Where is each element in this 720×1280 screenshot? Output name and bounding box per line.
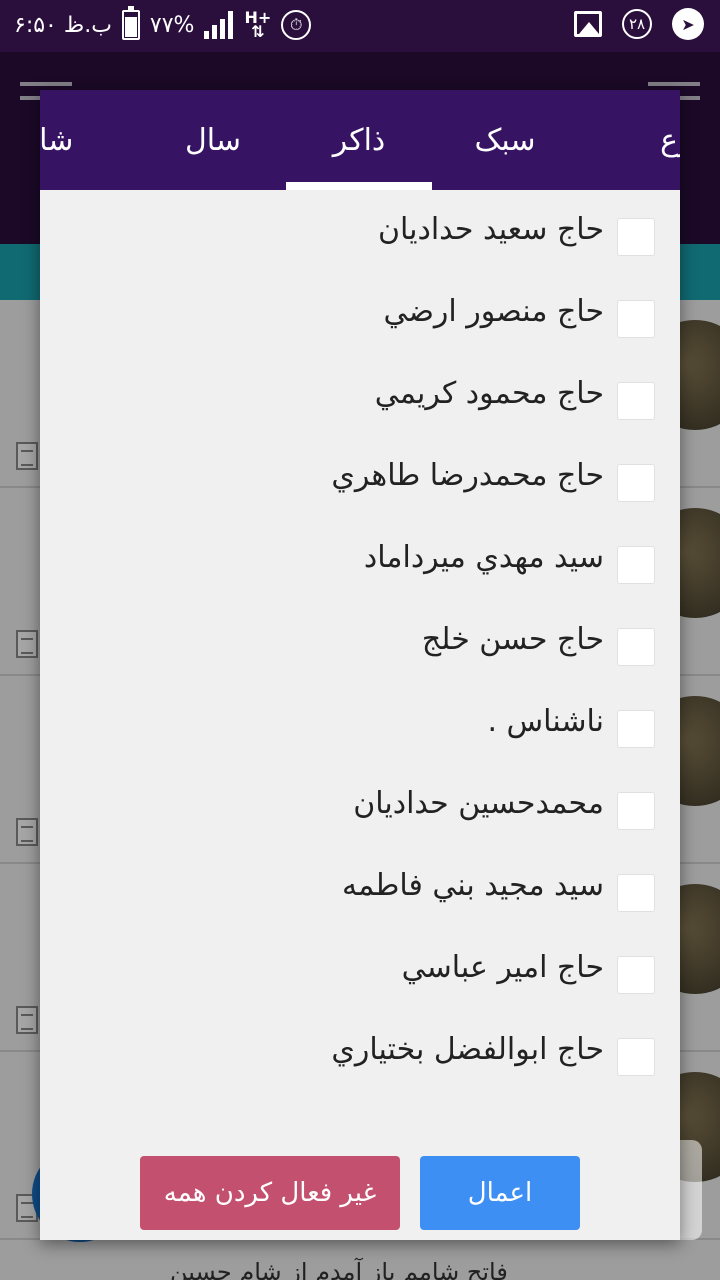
network-type: H+ ⇅ xyxy=(244,8,272,41)
status-bar: ۶:۵۰ ب.ظ ۷۷% H+ ⇅ ⏱ ۲۸ ➤ xyxy=(0,0,720,52)
image-icon xyxy=(574,11,602,37)
item-label: حاج سعيد حداديان xyxy=(377,212,604,247)
item-label: سيد مجيد بني فاطمه xyxy=(342,868,604,903)
list-item[interactable]: حاج سعيد حداديان xyxy=(40,190,680,272)
checkbox[interactable] xyxy=(617,956,655,994)
list-item[interactable]: حاج امير عباسي xyxy=(40,928,680,1010)
alarm-icon: ⏱ xyxy=(281,10,312,40)
item-label: حاج ابوالفضل بختياري xyxy=(331,1032,604,1067)
tab-type[interactable]: نوع xyxy=(608,90,680,190)
list-item[interactable]: محمدحسين حداديان xyxy=(40,764,680,846)
checkbox[interactable] xyxy=(617,874,655,912)
filter-tabs: نوع سبک ذاکر سال شاعر xyxy=(40,90,680,190)
list-item[interactable]: حاج محمدرضا طاهري xyxy=(40,436,680,518)
item-label: ناشناس . xyxy=(487,704,604,739)
checkbox[interactable] xyxy=(617,218,655,256)
item-label: سيد مهدي ميرداماد xyxy=(363,540,604,575)
filter-dialog: نوع سبک ذاکر سال شاعر حاج سعيد حداديان ح… xyxy=(40,90,680,1240)
checkbox[interactable] xyxy=(617,628,655,666)
checkbox[interactable] xyxy=(617,1038,655,1076)
item-label: حاج محمدرضا طاهري xyxy=(331,458,604,493)
item-label: حاج منصور ارضي xyxy=(383,294,604,329)
list-item[interactable]: حاج منصور ارضي xyxy=(40,272,680,354)
checkbox[interactable] xyxy=(617,300,655,338)
list-item[interactable]: ناشناس . xyxy=(40,682,680,764)
checkbox[interactable] xyxy=(617,382,655,420)
tab-poet[interactable]: شاعر xyxy=(40,90,112,190)
list-item[interactable]: حاج حسن خلج xyxy=(40,600,680,682)
checkbox[interactable] xyxy=(617,710,655,748)
list-item[interactable]: سيد مهدي ميرداماد xyxy=(40,518,680,600)
item-label: حاج محمود كريمي xyxy=(374,376,604,411)
apply-button[interactable]: اعمال xyxy=(420,1156,580,1230)
checkbox[interactable] xyxy=(617,792,655,830)
list-item[interactable]: سيد مجيد بني فاطمه xyxy=(40,846,680,928)
item-label: حاج امير عباسي xyxy=(401,950,604,985)
signal-icon xyxy=(204,11,234,39)
list-item[interactable]: حاج ابوالفضل بختياري xyxy=(40,1010,680,1092)
telegram-icon: ➤ xyxy=(672,8,704,40)
checkbox[interactable] xyxy=(617,464,655,502)
tab-year[interactable]: سال xyxy=(140,90,286,190)
battery-icon xyxy=(121,6,140,40)
notification-count-badge: ۲۸ xyxy=(622,9,652,39)
checkbox[interactable] xyxy=(617,546,655,584)
battery-percent: ۷۷% xyxy=(149,12,195,38)
item-label: حاج حسن خلج xyxy=(421,622,604,657)
item-label: محمدحسين حداديان xyxy=(353,786,604,821)
list-item[interactable]: حاج محمود كريمي xyxy=(40,354,680,436)
clock: ۶:۵۰ ب.ظ xyxy=(14,12,112,38)
deselect-all-button[interactable]: غير فعال کردن همه xyxy=(140,1156,400,1230)
tab-style[interactable]: سبک xyxy=(432,90,578,190)
tab-reciter[interactable]: ذاکر xyxy=(286,90,432,190)
